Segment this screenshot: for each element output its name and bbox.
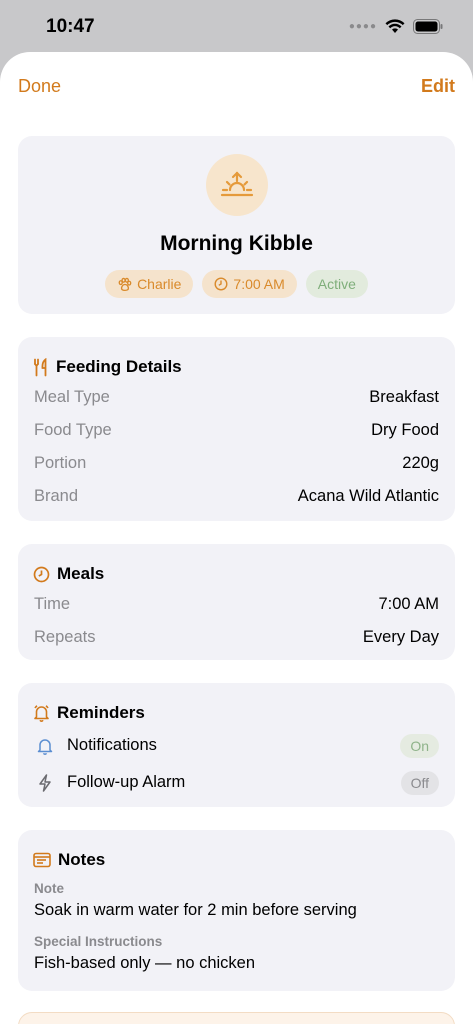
reminders-title: Reminders [57,703,145,722]
reminders-header: Reminders [18,683,455,727]
cellular-icon: ●●●● [348,20,377,32]
meals-row-repeats: Repeats Every Day [18,621,455,654]
clock-icon [33,566,50,582]
row-value: Every Day [362,628,439,646]
notifications-status-pill[interactable]: On [400,733,439,758]
detail-row-portion: Portion 220g [18,447,455,480]
row-label: Portion [34,454,87,472]
sunrise-icon [205,154,268,216]
bolt-icon [34,773,56,792]
status-icons: ●●●● [348,18,443,34]
meals-card: Meals Time 7:00 AM Repeats Every Day [18,544,455,660]
note-text: Soak in warm water for 2 min before serv… [34,901,357,919]
paw-icon [118,277,132,291]
row-label: Meal Type [34,388,110,406]
meals-row-time: Time 7:00 AM [18,588,455,621]
feeding-details-header: Feeding Details [18,337,455,381]
pet-chip: Charlie [105,270,194,298]
special-instructions-text: Fish-based only — no chicken [34,954,256,972]
follow-up-alarm-status-pill[interactable]: Off [400,770,439,795]
fork-knife-icon [34,357,47,376]
note-label: Note [34,881,64,896]
reminder-row-notifications[interactable]: Notifications On [18,727,455,764]
detail-sheet: Done Edit Morning Kibble Charlie 7:00 AM… [0,52,473,1024]
row-value: Acana Wild Atlantic [297,487,439,505]
time-chip-label: 7:00 AM [233,276,285,292]
clock-icon [214,277,228,291]
bell-icon [34,737,56,755]
row-value: 7:00 AM [378,595,439,613]
row-value: Breakfast [369,388,439,406]
detail-row-food-type: Food Type Dry Food [18,414,455,447]
status-chip: Active [305,270,368,298]
meals-header: Meals [18,544,455,588]
notes-icon [33,852,51,868]
row-value: Dry Food [371,421,439,439]
nav-bar: Done Edit [0,52,473,120]
bell-alert-icon [34,705,49,722]
special-instructions-label: Special Instructions [34,934,163,949]
notes-header: Notes [18,830,455,874]
next-section-card [18,1012,455,1024]
detail-row-meal-type: Meal Type Breakfast [18,381,455,414]
reminder-row-follow-up-alarm[interactable]: Follow-up Alarm Off [18,764,455,801]
feeding-details-title: Feeding Details [56,357,182,376]
time-chip: 7:00 AM [202,270,297,298]
row-label: Repeats [34,628,96,646]
meal-title: Morning Kibble [160,232,313,255]
hero-card: Morning Kibble Charlie 7:00 AM Active [18,136,455,314]
reminders-card: Reminders Notifications On Follow-up Ala… [18,683,455,807]
row-value: 220g [402,454,439,472]
status-bar: 10:47 ●●●● [0,0,473,52]
notes-title: Notes [58,850,106,869]
status-chip-label: Active [317,276,356,292]
status-time: 10:47 [46,16,95,37]
edit-button[interactable]: Edit [421,76,455,97]
follow-up-alarm-label: Follow-up Alarm [67,773,186,791]
notifications-label: Notifications [67,736,157,754]
meals-title: Meals [57,564,105,583]
row-label: Food Type [34,421,112,439]
notes-card: Notes Note Soak in warm water for 2 min … [18,830,455,991]
detail-row-brand: Brand Acana Wild Atlantic [18,480,455,513]
chip-row: Charlie 7:00 AM Active [105,270,368,298]
wifi-icon [385,18,405,33]
feeding-details-card: Feeding Details Meal Type Breakfast Food… [18,337,455,521]
done-button[interactable]: Done [18,76,61,97]
row-label: Time [34,595,71,613]
row-label: Brand [34,487,79,505]
battery-icon [413,18,443,34]
pet-chip-label: Charlie [137,276,182,292]
